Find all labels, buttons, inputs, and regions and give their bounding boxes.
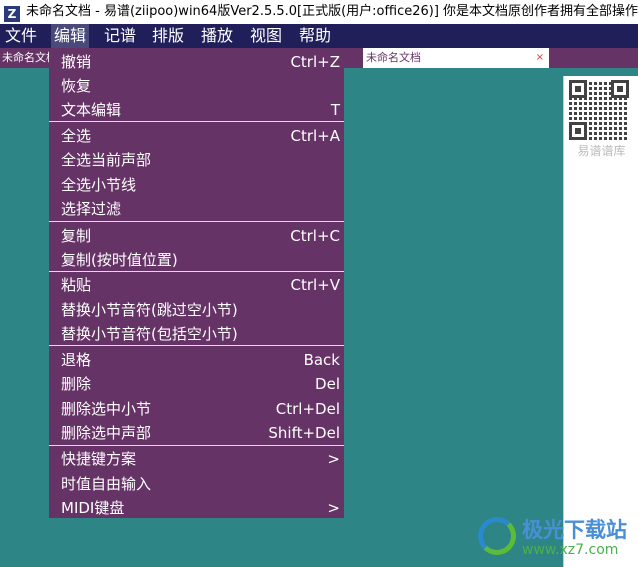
menu-separator bbox=[49, 121, 344, 122]
menu-item[interactable]: MIDI键盘 > bbox=[61, 496, 340, 520]
menu-item-label: 选择过滤 bbox=[61, 200, 122, 218]
app-logo-icon: Z bbox=[4, 6, 20, 22]
menu-separator bbox=[49, 271, 344, 272]
menu-item-label: 全选小节线 bbox=[61, 176, 137, 194]
edit-menu-dropdown: 撤销 Ctrl+Z 恢复文本编辑 T 全选 Ctrl+A 全选当前声部 全选小节线选择过滤复制… bbox=[49, 48, 344, 518]
menu-item-shortcut: Back bbox=[303, 351, 340, 369]
menu-item-shortcut: Del bbox=[315, 375, 340, 393]
menu-item[interactable]: 删除选中小节 Ctrl+Del bbox=[61, 397, 340, 421]
menu-item[interactable]: 文本编辑 T bbox=[61, 98, 340, 122]
menu-item-shortcut: Ctrl+A bbox=[290, 127, 340, 145]
menu-item[interactable]: 恢复 bbox=[61, 74, 340, 98]
menu-item-label: 快捷键方案 bbox=[61, 450, 137, 468]
title-bar: Z 未命名文档 - 易谱(ziipoo)win64版Ver2.5.5.0[正式版(… bbox=[0, 0, 638, 24]
menu-item-label: 全选 bbox=[61, 127, 92, 145]
menu-item[interactable]: 撤销 Ctrl+Z bbox=[61, 50, 340, 74]
menu-item[interactable]: 全选 Ctrl+A bbox=[61, 124, 340, 148]
menu-item-label: 粘贴 bbox=[61, 276, 92, 294]
watermark-name: 极光下载站 bbox=[522, 518, 627, 542]
library-link[interactable]: 易谱谱库 bbox=[564, 142, 638, 159]
close-icon[interactable]: × bbox=[536, 48, 544, 68]
menu-item-label: 删除选中声部 bbox=[61, 424, 152, 442]
tab-label: 未命名文档 bbox=[366, 51, 421, 64]
menu-item[interactable]: 全选当前声部 bbox=[61, 148, 340, 172]
menu-item[interactable]: 替换小节音符(跳过空小节) bbox=[61, 298, 340, 322]
menu-item-label: 文本编辑 bbox=[61, 101, 122, 119]
menu-item-label: 复制(按时值位置) bbox=[61, 251, 178, 269]
menu-file[interactable]: 文件 bbox=[2, 24, 40, 48]
menu-item-label: MIDI键盘 bbox=[61, 499, 125, 517]
menu-separator bbox=[49, 221, 344, 222]
menu-item[interactable]: 全选小节线 bbox=[61, 173, 340, 197]
menu-layout[interactable]: 排版 bbox=[149, 24, 187, 48]
menu-edit[interactable]: 编辑 bbox=[51, 24, 90, 48]
menu-item-shortcut: T bbox=[330, 101, 340, 119]
menu-item[interactable]: 删除 Del bbox=[61, 372, 340, 396]
menu-item-shortcut: Ctrl+Z bbox=[290, 53, 340, 71]
menu-item[interactable]: 替换小节音符(包括空小节) bbox=[61, 322, 340, 346]
menu-item[interactable]: 退格 Back bbox=[61, 348, 340, 372]
menu-item-shortcut: > bbox=[327, 450, 340, 468]
menu-notation[interactable]: 记谱 bbox=[101, 24, 139, 48]
menu-item-label: 全选当前声部 bbox=[61, 151, 152, 169]
watermark-url: www.xz7.com bbox=[522, 542, 619, 558]
menu-item[interactable]: 快捷键方案 > bbox=[61, 447, 340, 471]
menu-help[interactable]: 帮助 bbox=[296, 24, 334, 48]
menu-separator bbox=[49, 445, 344, 446]
menu-item-label: 替换小节音符(跳过空小节) bbox=[61, 301, 238, 319]
menu-item-label: 时值自由输入 bbox=[61, 475, 152, 493]
menu-item[interactable]: 粘贴 Ctrl+V bbox=[61, 273, 340, 297]
tab-document-2[interactable]: 未命名文档 × bbox=[363, 48, 549, 68]
menu-item-label: 退格 bbox=[61, 351, 92, 369]
menu-item[interactable]: 复制 Ctrl+C bbox=[61, 224, 340, 248]
window-title: 未命名文档 - 易谱(ziipoo)win64版Ver2.5.5.0[正式版(用… bbox=[26, 4, 638, 19]
qr-code-icon bbox=[569, 80, 629, 140]
menu-separator bbox=[49, 345, 344, 346]
swirl-logo-icon bbox=[478, 517, 516, 555]
menu-item-label: 删除选中小节 bbox=[61, 400, 152, 418]
menu-play[interactable]: 播放 bbox=[198, 24, 236, 48]
menu-item-shortcut: Ctrl+V bbox=[290, 276, 340, 294]
menu-item-shortcut: Ctrl+Del bbox=[275, 400, 340, 418]
menu-item[interactable]: 时值自由输入 bbox=[61, 472, 340, 496]
menu-item-shortcut: Ctrl+C bbox=[290, 227, 340, 245]
menu-item-label: 撤销 bbox=[61, 53, 92, 71]
menu-item-label: 恢复 bbox=[61, 77, 92, 95]
menu-item-label: 复制 bbox=[61, 227, 92, 245]
menu-item[interactable]: 删除选中声部 Shift+Del bbox=[61, 421, 340, 445]
menu-item-label: 替换小节音符(包括空小节) bbox=[61, 325, 238, 343]
library-panel: 易谱谱库 bbox=[563, 76, 638, 567]
menu-view[interactable]: 视图 bbox=[247, 24, 285, 48]
menu-item[interactable]: 复制(按时值位置) bbox=[61, 248, 340, 272]
menu-item-shortcut: > bbox=[327, 499, 340, 517]
menu-item-shortcut: Shift+Del bbox=[268, 424, 340, 442]
menu-bar: 文件 编辑 记谱 排版 播放 视图 帮助 bbox=[0, 24, 638, 48]
menu-item[interactable]: 选择过滤 bbox=[61, 197, 340, 221]
menu-item-label: 删除 bbox=[61, 375, 92, 393]
